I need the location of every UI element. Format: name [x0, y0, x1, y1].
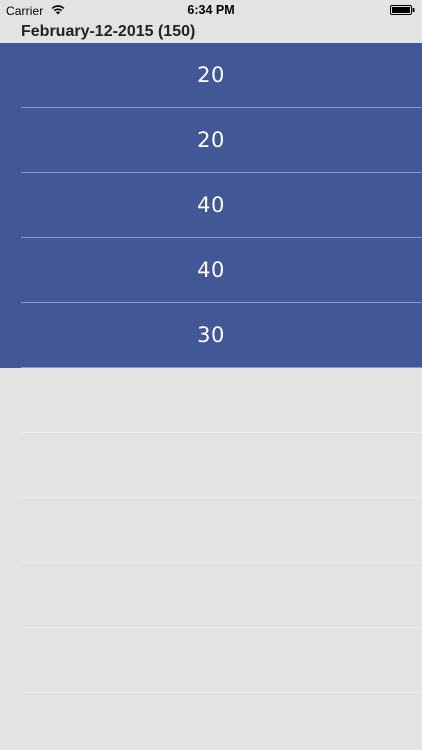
status-bar: Carrier 6:34 PM	[0, 0, 422, 20]
empty-row	[0, 433, 422, 498]
empty-row	[0, 368, 422, 433]
table-row[interactable]: 40	[0, 238, 422, 303]
table-row[interactable]: 20	[0, 108, 422, 173]
row-value: 20	[197, 63, 225, 87]
battery-icon	[390, 5, 415, 15]
section-title: February-12-2015 (150)	[21, 23, 196, 40]
entries-table: 20 20 40 40 30	[0, 43, 422, 693]
row-value: 40	[197, 193, 225, 217]
empty-row	[0, 563, 422, 628]
empty-row	[0, 498, 422, 563]
row-value: 20	[197, 128, 225, 152]
table-row[interactable]: 40	[0, 173, 422, 238]
empty-row	[0, 628, 422, 693]
row-value: 40	[197, 258, 225, 282]
status-time: 6:34 PM	[187, 3, 235, 17]
table-row[interactable]: 30	[0, 303, 422, 368]
table-row[interactable]: 20	[0, 43, 422, 108]
row-value: 30	[197, 323, 225, 347]
section-header: February-12-2015 (150)	[0, 22, 422, 44]
